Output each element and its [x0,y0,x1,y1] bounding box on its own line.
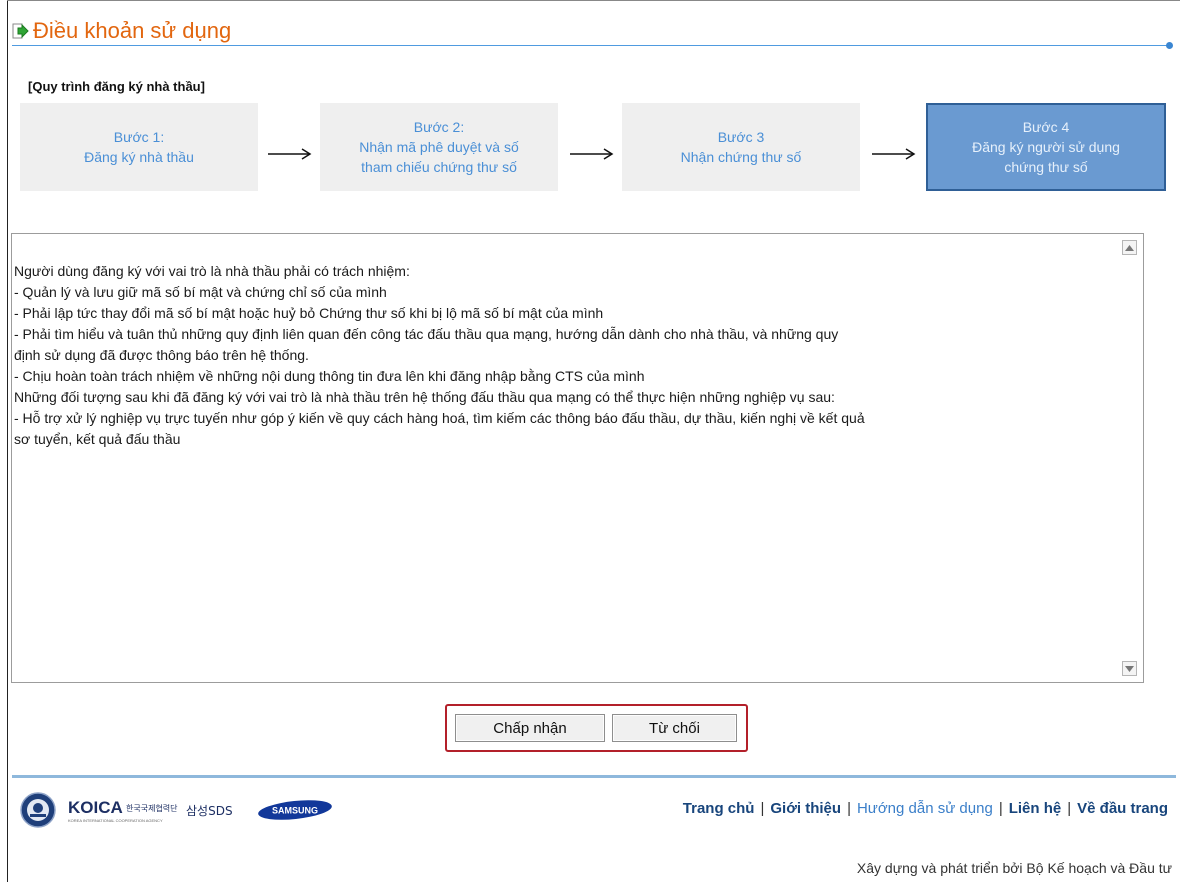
footer-link-back-to-top[interactable]: Về đầu trang [1077,800,1168,817]
terms-line: Những đối tượng sau khi đã đăng ký với v… [14,389,835,405]
terms-line: - Chịu hoàn toàn trách nhiệm về những nộ… [14,368,645,384]
svg-text:삼성SDS: 삼성SDS [186,804,233,818]
footer-nav: Trang chủ | Giới thiệu | Hướng dẫn sử dụng | L… [683,800,1168,817]
step-4-label: Đăng ký người sử dụng [972,139,1120,155]
step-3-label: Nhận chứng thư số [680,149,802,165]
title-divider [12,45,1170,46]
svg-text:SAMSUNG: SAMSUNG [272,806,318,816]
svg-text:KOICA: KOICA [68,798,123,817]
step-arrow-2 [570,146,614,162]
terms-line: sơ tuyển, kết quả đấu thầu [14,431,181,447]
step-arrow-3 [872,146,916,162]
terms-line: định sử dụng đã được thông báo trên hệ t… [14,347,309,363]
triangle-up-icon [1125,244,1134,251]
terms-line: - Hỗ trợ xử lý nghiệp vụ trực tuyến như … [14,410,865,426]
step-2-label: Nhận mã phê duyệt và số [359,139,519,155]
reject-button[interactable]: Từ chối [612,714,737,742]
step-2-label-2: tham chiếu chứng thư số [361,159,517,175]
step-1: Bước 1: Đăng ký nhà thầu [20,103,258,191]
window-left-edge [7,0,8,882]
scroll-down-button[interactable] [1122,661,1137,676]
koica-logo: KOICA 한국국제협력단 KOREA INTERNATIONAL COOPER… [68,798,233,823]
footer-credit: Xây dựng và phát triển bởi Bộ Kế hoạch v… [856,860,1172,876]
terms-line: - Phải tìm hiểu và tuân thủ những quy đị… [14,326,839,342]
samsung-logo: SAMSUNG [258,800,332,820]
step-1-label: Đăng ký nhà thầu [84,149,194,165]
window-top-edge [7,0,1180,1]
terms-line: Người dùng đăng ký với vai trò là nhà th… [14,263,410,279]
terms-line: - Phải lập tức thay đổi mã số bí mật hoặ… [14,305,604,321]
step-4-label-2: chứng thư số [1004,159,1088,175]
action-buttons-highlight: Chấp nhận Từ chối [445,704,748,752]
footer-separator: | [847,800,851,817]
step-4-active: Bước 4 Đăng ký người sử dụng chứng thư s… [926,103,1166,191]
step-arrow-1 [268,146,312,162]
svg-text:한국국제협력단: 한국국제협력단 [126,803,178,813]
step-1-number: Bước 1: [113,129,165,145]
accept-button[interactable]: Chấp nhận [455,714,605,742]
partner-logos: KOICA 한국국제협력단 KOREA INTERNATIONAL COOPER… [20,792,334,828]
triangle-down-icon [1125,665,1134,672]
title-divider-dot [1166,42,1173,49]
scroll-up-button[interactable] [1122,240,1137,255]
terms-line: - Quản lý và lưu giữ mã số bí mật và chứ… [14,284,387,300]
step-3: Bước 3 Nhận chứng thư số [622,103,860,191]
step-4-number: Bước 4 [1022,119,1070,135]
step-2: Bước 2: Nhận mã phê duyệt và số tham chi… [320,103,558,191]
arrow-right-icon [12,22,30,40]
footer-link-home[interactable]: Trang chủ [683,800,755,817]
svg-text:KOREA INTERNATIONAL COOPERATIO: KOREA INTERNATIONAL COOPERATION AGENCY [68,818,163,823]
footer-separator: | [760,800,765,817]
terms-content: Người dùng đăng ký với vai trò là nhà th… [14,261,1114,450]
footer-link-contact[interactable]: Liên hệ [1009,800,1062,817]
terms-textarea[interactable]: Người dùng đăng ký với vai trò là nhà th… [11,233,1144,683]
process-title: [Quy trình đăng ký nhà thầu] [28,79,205,94]
footer-link-about[interactable]: Giới thiệu [770,800,841,817]
page-header: Điều khoản sử dụng [12,16,231,46]
mpi-seal-logo [20,792,56,828]
footer-separator: | [1067,800,1072,817]
step-2-number: Bước 2: [413,119,465,135]
footer-divider [12,775,1176,778]
step-3-number: Bước 3 [717,129,765,145]
footer-separator: | [998,800,1003,817]
page-title: Điều khoản sử dụng [33,18,232,43]
footer-link-user-guide[interactable]: Hướng dẫn sử dụng [857,800,993,817]
